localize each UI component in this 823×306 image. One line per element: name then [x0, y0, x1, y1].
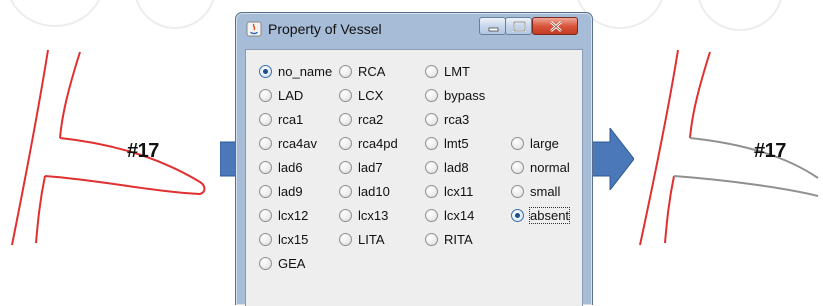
radio-lad9[interactable]: lad9 [259, 183, 303, 199]
radio-icon [425, 136, 438, 150]
radio-selected-icon [511, 208, 524, 222]
radio-no-name[interactable]: no_name [259, 63, 332, 79]
title-bar[interactable]: Property of Vessel [236, 13, 592, 43]
radio-icon [339, 160, 352, 174]
maximize-button[interactable] [505, 17, 532, 35]
radio-lad[interactable]: LAD [259, 87, 303, 103]
radio-icon [339, 64, 352, 78]
segment-label-before: #17 [127, 140, 159, 162]
radio-icon [259, 88, 272, 102]
radio-lita[interactable]: LITA [339, 231, 385, 247]
radio-lad8[interactable]: lad8 [425, 159, 469, 175]
radio-lcx13[interactable]: lcx13 [339, 207, 388, 223]
radio-icon [339, 112, 352, 126]
radio-icon [425, 232, 438, 246]
radio-rca1[interactable]: rca1 [259, 111, 303, 127]
radio-lad6[interactable]: lad6 [259, 159, 303, 175]
window-title: Property of Vessel [268, 21, 382, 37]
radio-selected-icon [259, 64, 272, 78]
radio-rca4av[interactable]: rca4av [259, 135, 317, 151]
radio-icon [511, 136, 524, 150]
radio-large[interactable]: large [511, 135, 559, 151]
radio-icon [259, 136, 272, 150]
minimize-icon [488, 27, 499, 32]
radio-normal[interactable]: normal [511, 159, 570, 175]
property-of-vessel-window: Property of Vessel no_name LAD rca1 rca4… [235, 12, 593, 306]
radio-icon [259, 208, 272, 222]
radio-panel: no_name LAD rca1 rca4av lad6 lad9 lcx12 [245, 49, 583, 306]
radio-bypass[interactable]: bypass [425, 87, 485, 103]
minimize-button[interactable] [479, 17, 506, 35]
radio-icon [339, 208, 352, 222]
radio-absent[interactable]: absent [511, 206, 571, 224]
arrow-right-icon [588, 128, 634, 190]
radio-rita[interactable]: RITA [425, 231, 473, 247]
radio-gea[interactable]: GEA [259, 255, 305, 271]
radio-icon [425, 88, 438, 102]
radio-lcx14[interactable]: lcx14 [425, 207, 474, 223]
radio-lcx15[interactable]: lcx15 [259, 231, 308, 247]
radio-rca2[interactable]: rca2 [339, 111, 383, 127]
radio-rca[interactable]: RCA [339, 63, 385, 79]
vessel-figure-after [639, 49, 819, 246]
radio-lad7[interactable]: lad7 [339, 159, 383, 175]
radio-icon [339, 136, 352, 150]
close-button[interactable] [532, 17, 578, 35]
radio-icon [339, 184, 352, 198]
java-app-icon [246, 21, 262, 37]
radio-icon [259, 112, 272, 126]
radio-icon [511, 160, 524, 174]
radio-small[interactable]: small [511, 183, 560, 199]
radio-icon [259, 256, 272, 270]
radio-icon [259, 232, 272, 246]
radio-lmt5[interactable]: lmt5 [425, 135, 469, 151]
radio-lcx11[interactable]: lcx11 [425, 183, 473, 199]
radio-icon [259, 160, 272, 174]
radio-icon [511, 184, 524, 198]
vessel-figure-before [11, 49, 206, 246]
close-icon [550, 21, 562, 32]
radio-icon [259, 184, 272, 198]
radio-icon [339, 232, 352, 246]
radio-rca4pd[interactable]: rca4pd [339, 135, 398, 151]
segment-label-after: #17 [754, 140, 786, 162]
radio-lmt[interactable]: LMT [425, 63, 470, 79]
radio-icon [339, 88, 352, 102]
radio-icon [425, 208, 438, 222]
radio-icon [425, 160, 438, 174]
radio-lcx[interactable]: LCX [339, 87, 383, 103]
maximize-icon [513, 21, 526, 32]
radio-lcx12[interactable]: lcx12 [259, 207, 308, 223]
radio-lad10[interactable]: lad10 [339, 183, 390, 199]
radio-icon [425, 112, 438, 126]
radio-icon [425, 184, 438, 198]
radio-icon [425, 64, 438, 78]
radio-rca3[interactable]: rca3 [425, 111, 469, 127]
